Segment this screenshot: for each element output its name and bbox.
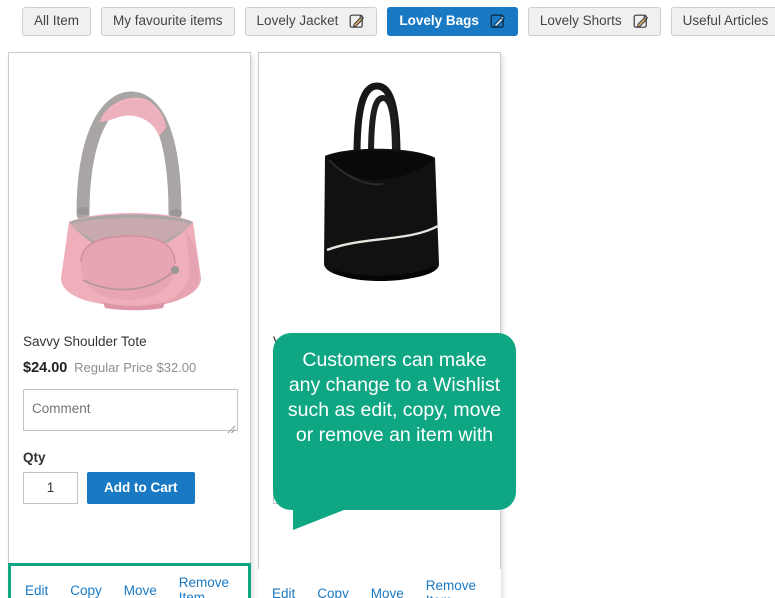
- wishlist-page: All Item My favourite items Lovely Jacke…: [0, 0, 775, 598]
- tab-label: Useful Articles: [682, 13, 769, 29]
- comment-input[interactable]: [23, 388, 238, 431]
- tab-my-favourite-items[interactable]: My favourite items: [101, 6, 235, 36]
- edit-icon[interactable]: [490, 13, 506, 29]
- tab-lovely-shorts[interactable]: Lovely Shorts: [527, 6, 661, 36]
- item-actions-wrap: Edit Copy Move Remove Item: [8, 563, 251, 598]
- remove-item-link[interactable]: Remove Item: [179, 575, 234, 598]
- tab-useful-articles[interactable]: Useful Articles: [670, 6, 775, 36]
- qty-label: Qty: [23, 449, 46, 465]
- tab-lovely-jacket[interactable]: Lovely Jacket: [244, 6, 378, 36]
- tab-all-item[interactable]: All Item: [22, 6, 92, 36]
- pink-shoulder-bag-icon: [60, 91, 201, 311]
- wishlist-tab-strip: All Item My favourite items Lovely Jacke…: [0, 0, 775, 42]
- edit-icon[interactable]: [633, 13, 649, 29]
- tab-lovely-bags[interactable]: Lovely Bags: [387, 6, 518, 36]
- copy-link[interactable]: Copy: [317, 586, 349, 598]
- copy-link[interactable]: Copy: [70, 583, 102, 598]
- move-link[interactable]: Move: [124, 583, 157, 598]
- tab-label: My favourite items: [113, 13, 223, 29]
- item-actions: Edit Copy Move Remove Item: [258, 569, 501, 598]
- move-link[interactable]: Move: [371, 586, 404, 598]
- annotation-callout-tail: [293, 508, 349, 530]
- tab-label: Lovely Jacket: [256, 13, 339, 29]
- remove-item-link[interactable]: Remove Item: [426, 578, 487, 598]
- product-image-savvy-shoulder-tote[interactable]: [9, 53, 250, 325]
- tab-label: Lovely Shorts: [539, 13, 622, 29]
- black-tote-bag-icon: [323, 82, 439, 281]
- product-price: $24.00 Regular Price $32.00: [23, 360, 236, 376]
- annotation-callout: Customers can make any change to a Wishl…: [273, 333, 516, 530]
- add-to-cart-button[interactable]: Add to Cart: [87, 471, 195, 504]
- qty-input[interactable]: [23, 471, 78, 504]
- tab-label: All Item: [34, 13, 80, 29]
- price-special: $24.00: [23, 359, 68, 376]
- item-actions-wrap: Edit Copy Move Remove Item: [258, 569, 501, 598]
- product-info: Savvy Shoulder Tote $24.00 Regular Price…: [9, 333, 250, 504]
- wishlist-item-card[interactable]: Savvy Shoulder Tote $24.00 Regular Price…: [8, 52, 251, 598]
- product-image-voyage-yoga-bag[interactable]: [259, 53, 500, 325]
- edit-icon[interactable]: [349, 13, 365, 29]
- edit-link[interactable]: Edit: [272, 586, 295, 598]
- tab-label: Lovely Bags: [399, 13, 479, 29]
- product-name: Savvy Shoulder Tote: [23, 334, 147, 349]
- annotation-callout-text: Customers can make any change to a Wishl…: [287, 349, 502, 446]
- edit-link[interactable]: Edit: [25, 583, 48, 598]
- price-regular: Regular Price $32.00: [74, 359, 197, 375]
- qty-row: Add to Cart: [23, 471, 236, 504]
- item-actions-highlighted: Edit Copy Move Remove Item: [8, 563, 251, 598]
- wishlist-items-grid: Voyage Yoga Bag $32.00 Qty Add to Cart E…: [0, 46, 775, 598]
